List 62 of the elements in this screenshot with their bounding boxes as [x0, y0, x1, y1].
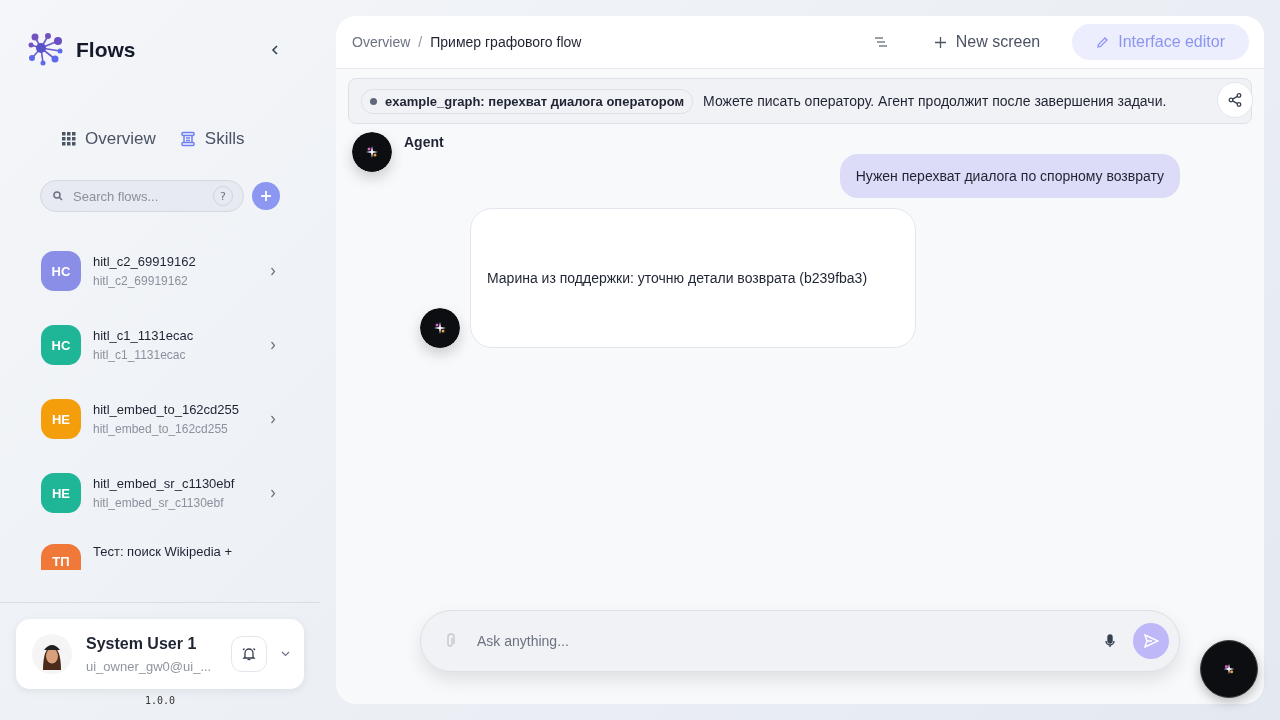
version-label: 1.0.0: [144, 695, 176, 706]
user-message: Нужен перехват диалога по спорному возврату: [839, 154, 1180, 198]
search-bar[interactable]: Search flows... ?: [40, 180, 244, 212]
flow-title: hitl_c2_69919162: [93, 254, 197, 269]
flow-title: hitl_embed_to_162cd255: [93, 402, 240, 417]
flow-avatar: HE: [41, 399, 81, 439]
breadcrumb-current: Пример графового flow: [430, 34, 582, 50]
breadcrumb-separator: /: [418, 34, 423, 50]
composer-panel[interactable]: Ask anything...: [420, 610, 1180, 672]
nav-link[interactable]: Skills: [179, 129, 245, 149]
paperclip-icon[interactable]: [445, 633, 455, 649]
agent-name: Agent: [404, 134, 444, 150]
new-screen-button[interactable]: New screen: [928, 32, 1047, 52]
breadcrumb-link[interactable]: Overview: [352, 34, 411, 50]
flow-item[interactable]: HC hitl_c2_69919162 hitl_c2_69919162: [41, 234, 320, 308]
outline-icon: [874, 37, 887, 47]
bell-icon: [241, 646, 257, 662]
share-button[interactable]: [1217, 82, 1253, 118]
user-card[interactable]: System User 1 ui_owner_gw0@ui_...: [16, 619, 304, 689]
banner-text: Можете писать оператору. Агент продолжит после завершения задачи.: [703, 93, 1167, 109]
message-input[interactable]: Ask anything...: [475, 632, 1085, 650]
search-field[interactable]: Search flows...: [71, 187, 205, 205]
user-name: System User 1: [86, 634, 198, 653]
chevron-down-icon: [281, 651, 290, 657]
flow-item[interactable]: HE hitl_embed_to_162cd255 hitl_embed_to_162cd255: [41, 382, 320, 456]
chevron-right-icon: [270, 266, 276, 276]
flow-title: Тест: поиск Wikipedia +: [93, 544, 233, 559]
send-icon: [1143, 634, 1159, 648]
user-email: ui_owner_gw0@ui_...: [86, 658, 213, 674]
agent-avatar-icon: [352, 132, 392, 172]
nav-link[interactable]: Overview: [62, 129, 156, 149]
plus-icon: [260, 190, 272, 202]
app-title: Flows: [76, 38, 136, 62]
agent-avatar-icon: [420, 308, 460, 348]
chevron-right-icon: [270, 488, 276, 498]
chevron-right-icon: [270, 340, 276, 350]
flow-avatar: HC: [41, 251, 81, 291]
grid-icon: [62, 132, 76, 146]
operator-message: Марина из поддержки: уточню детали возврата (b239fba3): [470, 208, 916, 348]
chevron-left-icon: [270, 44, 280, 56]
flow-avatar: HC: [41, 325, 81, 365]
notifications-button[interactable]: [231, 636, 267, 672]
scroll-icon: [179, 131, 196, 147]
flow-title: hitl_c1_1131ecac: [93, 328, 195, 343]
chevron-right-icon: [270, 414, 276, 424]
microphone-icon[interactable]: [1105, 634, 1115, 648]
share-icon: [1228, 93, 1242, 107]
user-avatar-icon: [32, 634, 72, 674]
flow-subtitle: hitl_c1_1131ecac: [93, 348, 187, 362]
flow-subtitle: hitl_c2_69919162: [93, 274, 189, 288]
flow-subtitle: hitl_embed_to_162cd255: [93, 422, 229, 436]
flow-subtitle: hitl_embed_sr_c1130ebf: [93, 496, 225, 510]
flow-avatar: ТП: [41, 544, 81, 570]
flow-item[interactable]: ТП Тест: поиск Wikipedia +: [41, 530, 320, 570]
plus-icon: [934, 36, 946, 48]
flow-title: hitl_embed_sr_c1130ebf: [93, 476, 236, 491]
pencil-icon: [1096, 35, 1110, 49]
status-tag: example_graph: перехват диалога оператором: [361, 88, 694, 114]
flow-item[interactable]: HC hitl_c1_1131ecac hitl_c1_1131ecac: [41, 308, 320, 382]
flow-avatar: HE: [41, 473, 81, 513]
search-icon: [53, 191, 63, 201]
flow-item[interactable]: HE hitl_embed_sr_c1130ebf hitl_embed_sr_c1130ebf: [41, 456, 320, 530]
